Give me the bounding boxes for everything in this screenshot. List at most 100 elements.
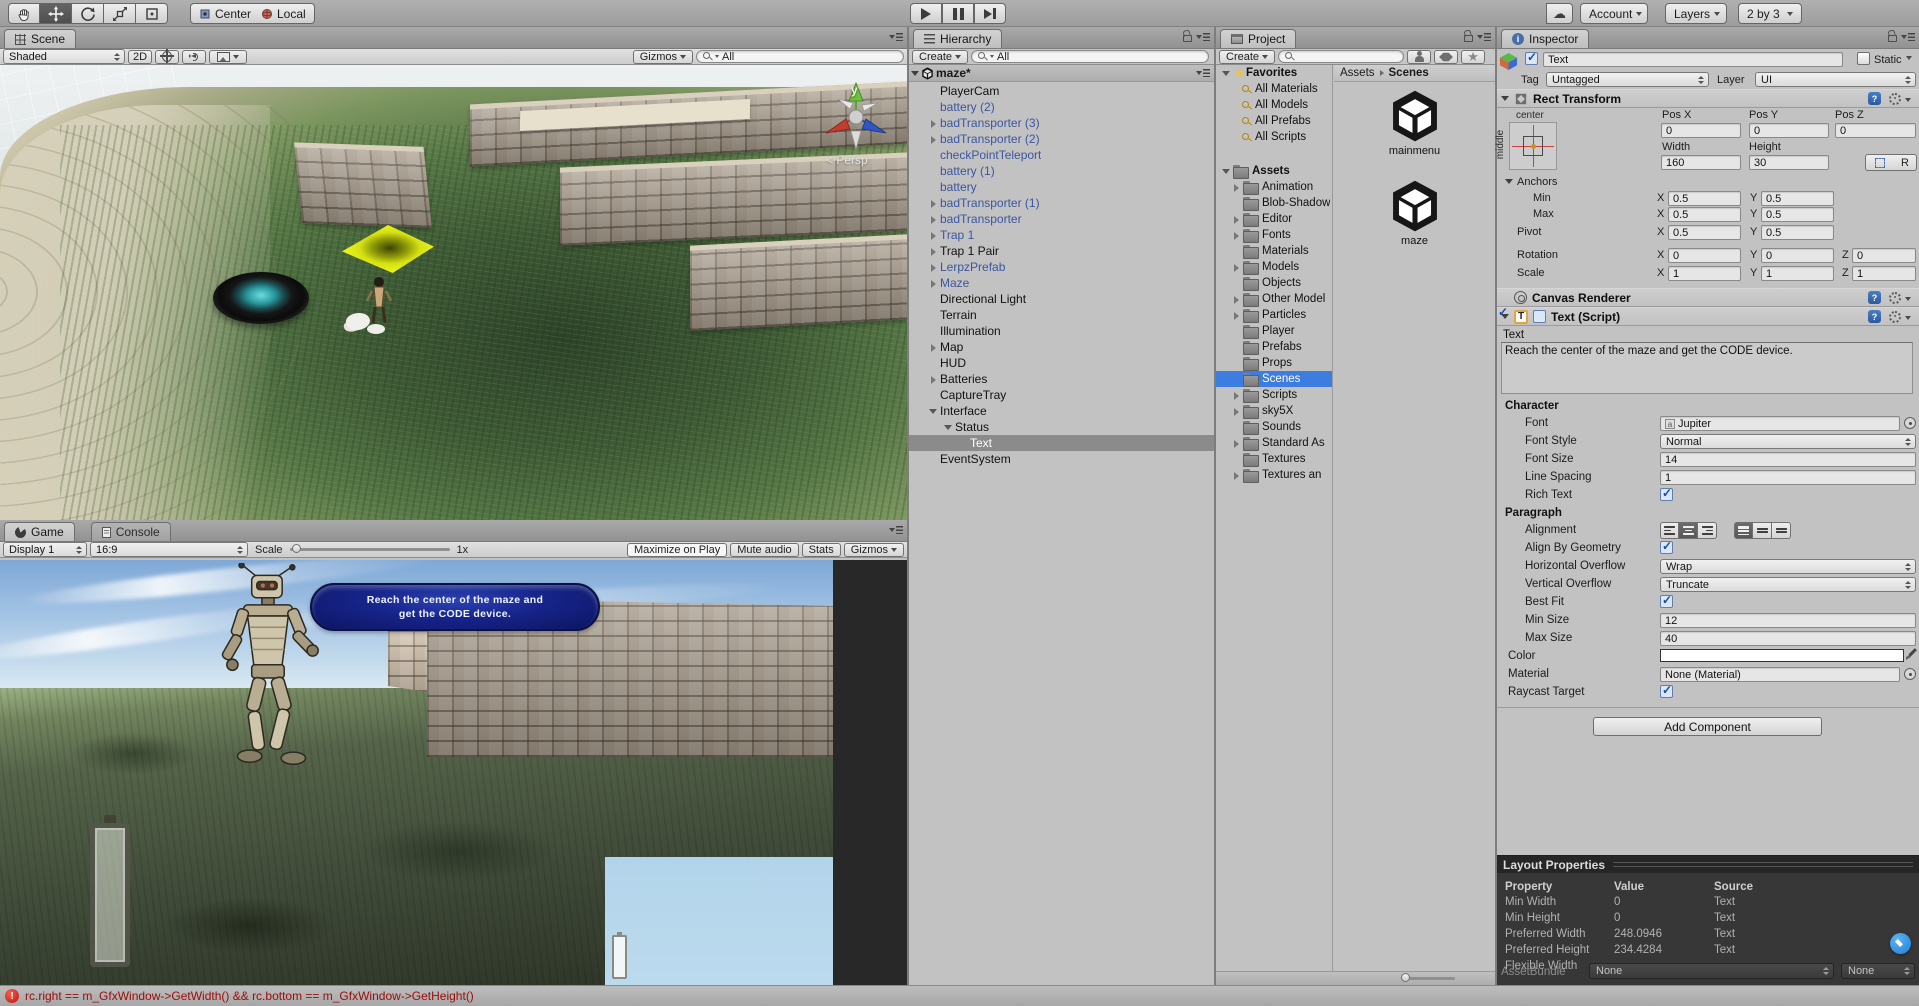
static-dropdown-icon[interactable]: [1906, 56, 1912, 60]
expand-arrow-icon[interactable]: [927, 261, 940, 274]
project-folder[interactable]: Blob-Shadow: [1216, 195, 1332, 211]
project-search-input[interactable]: [1297, 51, 1397, 63]
scene-search-field[interactable]: All: [696, 50, 904, 63]
text-value-textarea[interactable]: Reach the center of the maze and get the…: [1501, 342, 1913, 394]
expand-arrow-icon[interactable]: [927, 405, 940, 418]
expand-arrow-icon[interactable]: [1230, 229, 1243, 242]
align-bottom-button[interactable]: [1772, 522, 1791, 539]
scene-gizmos-dropdown[interactable]: Gizmos: [633, 50, 693, 64]
hierarchy-item[interactable]: CaptureTray: [909, 387, 1214, 403]
raw-edit-button[interactable]: R: [1894, 154, 1917, 171]
project-folder[interactable]: Fonts: [1216, 227, 1332, 243]
panel-menu-icon[interactable]: [889, 525, 903, 536]
favorites-item[interactable]: All Materials: [1216, 81, 1332, 97]
scale-tool-icon[interactable]: [104, 3, 136, 24]
hierarchy-item[interactable]: badTransporter (3): [909, 115, 1214, 131]
expand-arrow-icon[interactable]: [1230, 277, 1243, 290]
pivot-x-field[interactable]: 0.5: [1668, 225, 1741, 240]
assets-root[interactable]: Assets: [1216, 163, 1332, 179]
font-object-field[interactable]: a Jupiter: [1660, 416, 1900, 431]
font-size-field[interactable]: 14: [1660, 452, 1916, 467]
project-file[interactable]: mainmenu: [1334, 89, 1495, 157]
vertical-overflow-dropdown[interactable]: Truncate: [1660, 577, 1916, 592]
layout-properties-titlebar[interactable]: Layout Properties: [1497, 856, 1919, 873]
align-middle-button[interactable]: [1753, 522, 1772, 539]
create-button[interactable]: Create: [912, 50, 968, 64]
best-fit-checkbox[interactable]: [1660, 595, 1673, 608]
hierarchy-item[interactable]: PlayerCam: [909, 83, 1214, 99]
hierarchy-search-field[interactable]: All: [971, 50, 1209, 63]
canvas-renderer-header[interactable]: Canvas Renderer: [1497, 288, 1919, 307]
gear-caret-icon[interactable]: [1905, 316, 1911, 320]
search-by-type-button[interactable]: [1407, 50, 1431, 64]
gear-icon[interactable]: [1889, 292, 1901, 304]
expand-arrow-icon[interactable]: [1230, 341, 1243, 354]
display-dropdown[interactable]: Display 1: [3, 542, 87, 557]
expand-arrow-icon[interactable]: [927, 117, 940, 130]
expand-arrow-icon[interactable]: [1230, 469, 1243, 482]
gear-caret-icon[interactable]: [1905, 297, 1911, 301]
layer-dropdown[interactable]: UI: [1755, 72, 1916, 87]
lock-icon[interactable]: [1183, 35, 1192, 42]
hierarchy-item[interactable]: Text: [909, 435, 1214, 451]
rect-transform-header[interactable]: Rect Transform: [1497, 89, 1919, 108]
move-tool-icon[interactable]: [40, 3, 72, 24]
rect-tool-icon[interactable]: [136, 3, 168, 24]
panel-menu-icon[interactable]: [1477, 32, 1491, 43]
rotate-tool-icon[interactable]: [72, 3, 104, 24]
pause-button[interactable]: [942, 3, 974, 24]
favorites-root[interactable]: Favorites: [1216, 65, 1332, 81]
expand-arrow-icon[interactable]: [927, 325, 940, 338]
expand-arrow-icon[interactable]: [927, 373, 940, 386]
expand-arrow-icon[interactable]: [1230, 261, 1243, 274]
perspective-label[interactable]: < Persp: [826, 153, 868, 167]
expand-arrow-icon[interactable]: [927, 229, 940, 242]
scale-y-field[interactable]: 1: [1761, 266, 1834, 281]
align-by-geometry-checkbox[interactable]: [1660, 541, 1673, 554]
expand-arrow-icon[interactable]: [927, 277, 940, 290]
assetbundle-variant-dropdown[interactable]: None: [1841, 963, 1915, 979]
blueprint-mode-button[interactable]: [1865, 154, 1895, 171]
pivot-center-button[interactable]: Center: [190, 3, 260, 24]
favorites-filter-button[interactable]: [1461, 50, 1485, 64]
favorites-item[interactable]: All Models: [1216, 97, 1332, 113]
hierarchy-item[interactable]: Status: [909, 419, 1214, 435]
expand-arrow-icon[interactable]: [927, 85, 940, 98]
project-folder[interactable]: Player: [1216, 323, 1332, 339]
expand-arrow-icon[interactable]: [927, 149, 940, 162]
scale-z-field[interactable]: 1: [1852, 266, 1916, 281]
hierarchy-item[interactable]: badTransporter: [909, 211, 1214, 227]
expand-arrow-icon[interactable]: [1230, 389, 1243, 402]
expand-arrow-icon[interactable]: [1220, 67, 1233, 80]
project-folder[interactable]: Textures: [1216, 451, 1332, 467]
hierarchy-item[interactable]: Trap 1: [909, 227, 1214, 243]
panel-menu-icon[interactable]: [889, 32, 903, 43]
expand-arrow-icon[interactable]: [1230, 453, 1243, 466]
expand-arrow-icon[interactable]: [927, 389, 940, 402]
expand-arrow-icon[interactable]: [1230, 309, 1243, 322]
scene-lighting-button[interactable]: [155, 50, 179, 64]
rotation-x-field[interactable]: 0: [1668, 248, 1741, 263]
tab-game[interactable]: Game: [4, 522, 75, 541]
layout-dropdown[interactable]: 2 by 3: [1738, 3, 1802, 24]
project-folder[interactable]: Props: [1216, 355, 1332, 371]
game-viewport[interactable]: Reach the center of the maze and get the…: [0, 560, 907, 985]
active-checkbox[interactable]: [1525, 52, 1538, 65]
hierarchy-item[interactable]: Interface: [909, 403, 1214, 419]
project-folder[interactable]: Animation: [1216, 179, 1332, 195]
lock-icon[interactable]: [1464, 35, 1473, 42]
pivot-y-field[interactable]: 0.5: [1761, 225, 1834, 240]
expand-arrow-icon[interactable]: [1230, 373, 1243, 386]
anchors-foldout-icon[interactable]: [1505, 179, 1513, 184]
status-bar[interactable]: rc.right == m_GfxWindow->GetWidth() && r…: [0, 985, 1919, 1006]
draw-mode-dropdown[interactable]: Shaded: [3, 49, 125, 64]
icon-size-knob[interactable]: [1401, 973, 1410, 982]
component-enabled-checkbox[interactable]: [1533, 310, 1546, 323]
expand-arrow-icon[interactable]: [927, 165, 940, 178]
project-folder[interactable]: Materials: [1216, 243, 1332, 259]
toggle-2d-button[interactable]: 2D: [128, 50, 152, 64]
scene-header-row[interactable]: maze*: [909, 65, 1214, 82]
tab-console[interactable]: Console: [91, 522, 171, 541]
gear-icon[interactable]: [1889, 93, 1901, 105]
expand-arrow-icon[interactable]: [1220, 165, 1233, 178]
